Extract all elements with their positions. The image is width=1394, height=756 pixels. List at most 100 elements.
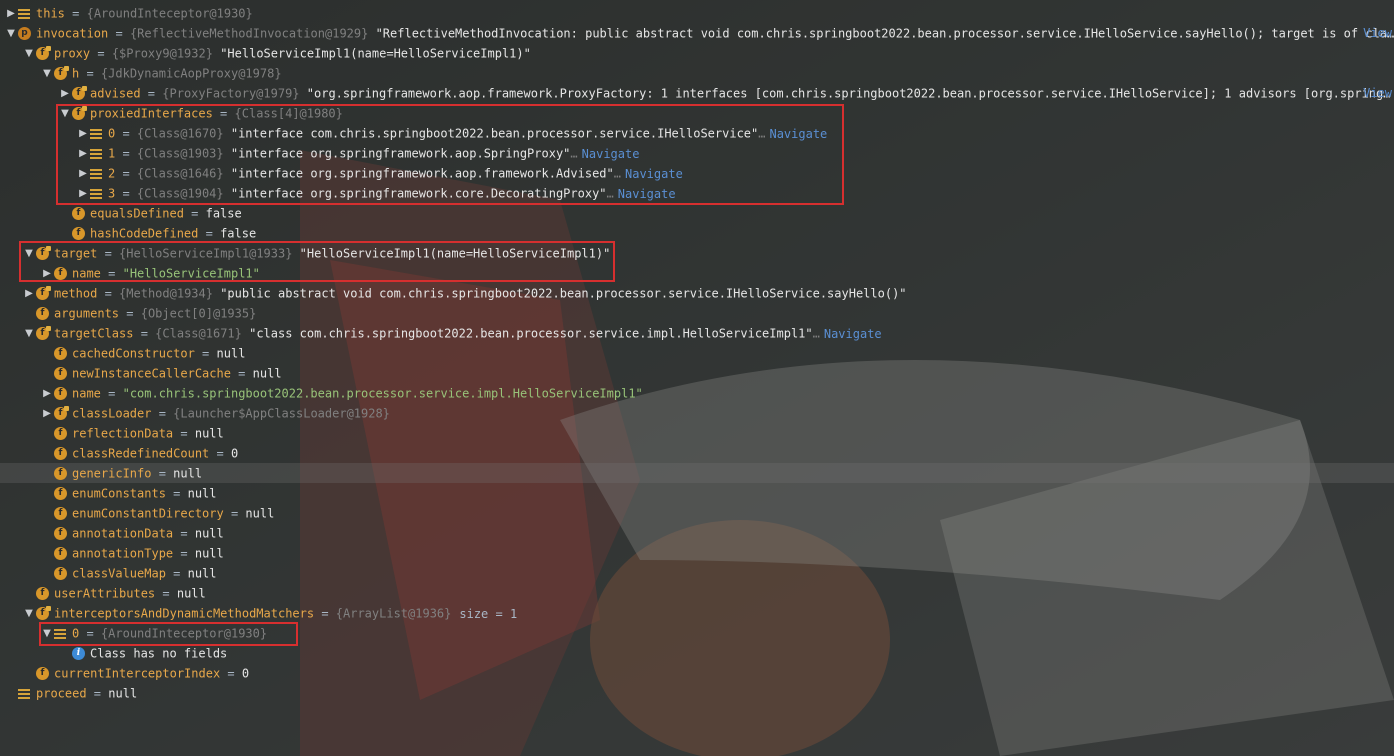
object-type-id: {ReflectiveMethodInvocation@1929} [129, 26, 369, 41]
object-type-id: {Class@1671} [155, 326, 242, 341]
final-field-icon: f [72, 86, 87, 100]
collapsed-arrow-icon[interactable]: ▶ [4, 4, 18, 24]
variable-row[interactable]: ▶fequalsDefined = false [0, 203, 1394, 223]
variable-value: 0 [241, 666, 250, 681]
variable-value: 0 [230, 446, 239, 461]
collapsed-arrow-icon[interactable]: ▶ [58, 84, 72, 104]
variable-row[interactable]: ▼ p invocation = {ReflectiveMethodInvocati… [0, 23, 1394, 43]
variable-row[interactable]: ▼ f h = {JdkDynamicAopProxy@1978} [0, 63, 1394, 83]
variable-value: "class com.chris.springboot2022.bean.pro… [241, 326, 813, 341]
variable-row[interactable]: ▶ f method = {Method@1934} "public abstrac… [0, 283, 1394, 303]
variable-row[interactable]: ▶fannotationType = null [0, 543, 1394, 563]
variable-value: null [176, 586, 206, 601]
variable-row[interactable]: ▶fcachedConstructor = null [0, 343, 1394, 363]
field-icon: f [54, 507, 67, 520]
variable-row[interactable]: ▶ f advised = {ProxyFactory@1979} "org.spr… [0, 83, 1394, 103]
variable-value: false [205, 206, 242, 221]
variable-row[interactable]: ▼ f proxy = {$Proxy9@1932} "HelloServiceIm… [0, 43, 1394, 63]
variable-name: classRedefinedCount [72, 446, 210, 461]
field-icon: f [72, 227, 85, 240]
equals-sign: = [90, 46, 112, 61]
variable-row[interactable]: ▶fnewInstanceCallerCache = null [0, 363, 1394, 383]
collapsed-arrow-icon[interactable]: ▶ [22, 284, 36, 304]
no-fields-message: Class has no fields [90, 646, 228, 661]
variable-name: name [72, 386, 101, 401]
navigate-link[interactable]: Navigate [824, 327, 882, 341]
equals-sign: = [165, 566, 188, 581]
variable-value: null [245, 506, 275, 521]
field-icon: f [36, 587, 49, 600]
variable-name: this [36, 6, 65, 21]
variable-name: enumConstantDirectory [72, 506, 224, 521]
variable-row[interactable]: ▶ f name = "com.chris.springboot2022.bean.… [0, 383, 1394, 403]
variable-row[interactable]: ▶fuserAttributes = null [0, 583, 1394, 603]
expanded-arrow-icon[interactable]: ▼ [22, 324, 36, 344]
view-link[interactable]: View [1363, 83, 1394, 103]
variable-name: hashCodeDefined [90, 226, 199, 241]
field-icon: f [54, 347, 67, 360]
variable-row[interactable]: ▶ f classLoader = {Launcher$AppClassLoader… [0, 403, 1394, 423]
collapsed-arrow-icon[interactable]: ▶ [40, 384, 54, 404]
final-field-icon: f [36, 326, 51, 340]
equals-sign: = [151, 406, 174, 421]
variable-name: classValueMap [72, 566, 166, 581]
variable-row[interactable]: ▶fcurrentInterceptorIndex = 0 [0, 663, 1394, 683]
highlight-target [19, 241, 615, 282]
equals-sign: = [173, 526, 195, 541]
variable-row[interactable]: ▶freflectionData = null [0, 423, 1394, 443]
equals-sign: = [173, 546, 195, 561]
equals-sign: = [97, 286, 120, 301]
ellipsis: … [812, 326, 820, 341]
variable-row[interactable]: ▶proceed = null [0, 683, 1394, 703]
variable-name: cachedConstructor [72, 346, 195, 361]
variable-row[interactable]: ▶fenumConstantDirectory = null [0, 503, 1394, 523]
expanded-arrow-icon[interactable]: ▼ [22, 604, 36, 624]
variable-row[interactable]: ▶fclassRedefinedCount = 0 [0, 443, 1394, 463]
equals-sign: = [220, 666, 242, 681]
variable-row[interactable]: ▶iClass has no fields [0, 643, 1394, 663]
final-field-icon: f [54, 406, 69, 420]
final-field-icon: f [36, 46, 51, 60]
variable-row[interactable]: ▶fgenericInfo = null [0, 463, 1394, 483]
field-icon: f [54, 487, 67, 500]
object-type-id: {Object[0]@1935} [140, 306, 257, 321]
variable-value: null [216, 346, 246, 361]
collection-size: size = 1 [459, 606, 518, 621]
view-link[interactable]: View [1363, 23, 1394, 43]
equals-sign: = [86, 686, 109, 701]
variable-row[interactable]: ▶fannotationData = null [0, 523, 1394, 543]
field-icon: f [54, 427, 67, 440]
variable-row[interactable]: ▶fenumConstants = null [0, 483, 1394, 503]
variable-value: null [187, 486, 217, 501]
equals-sign: = [230, 366, 253, 381]
variable-name: proceed [36, 686, 87, 701]
expanded-arrow-icon[interactable]: ▼ [40, 64, 54, 84]
variable-row[interactable]: ▼ f targetClass = {Class@1671} "class com.… [0, 323, 1394, 343]
variable-value: null [173, 466, 203, 481]
collapsed-arrow-icon[interactable]: ▶ [40, 404, 54, 424]
equals-sign: = [223, 506, 246, 521]
equals-sign: = [155, 586, 177, 601]
info-icon: i [72, 647, 85, 660]
field-icon: f [36, 307, 49, 320]
object-type-id: {AroundInteceptor@1930} [86, 6, 253, 21]
variable-row[interactable]: ▼ f interceptorsAndDynamicMethodMatchers =… [0, 603, 1394, 623]
variable-row[interactable]: ▶ this = {AroundInteceptor@1930} [0, 3, 1394, 23]
field-icon: f [54, 547, 67, 560]
variable-name: method [54, 286, 98, 301]
variable-row[interactable]: ▶fhashCodeDefined = false [0, 223, 1394, 243]
variable-row[interactable]: ▶farguments = {Object[0]@1935} [0, 303, 1394, 323]
variable-value: null [194, 546, 224, 561]
variable-row[interactable]: ▶fclassValueMap = null [0, 563, 1394, 583]
variable-name: advised [90, 86, 141, 101]
expanded-arrow-icon[interactable]: ▼ [4, 24, 18, 44]
string-value: "com.chris.springboot2022.bean.processor… [122, 386, 643, 401]
object-type-id: {Method@1934} [119, 286, 213, 301]
highlight-interceptor-0 [39, 622, 298, 646]
field-icon: f [54, 567, 67, 580]
equals-sign: = [140, 86, 163, 101]
equals-sign: = [151, 466, 174, 481]
expanded-arrow-icon[interactable]: ▼ [22, 44, 36, 64]
field-icon: f [54, 467, 67, 480]
object-type-id: {Launcher$AppClassLoader@1928} [173, 406, 390, 421]
